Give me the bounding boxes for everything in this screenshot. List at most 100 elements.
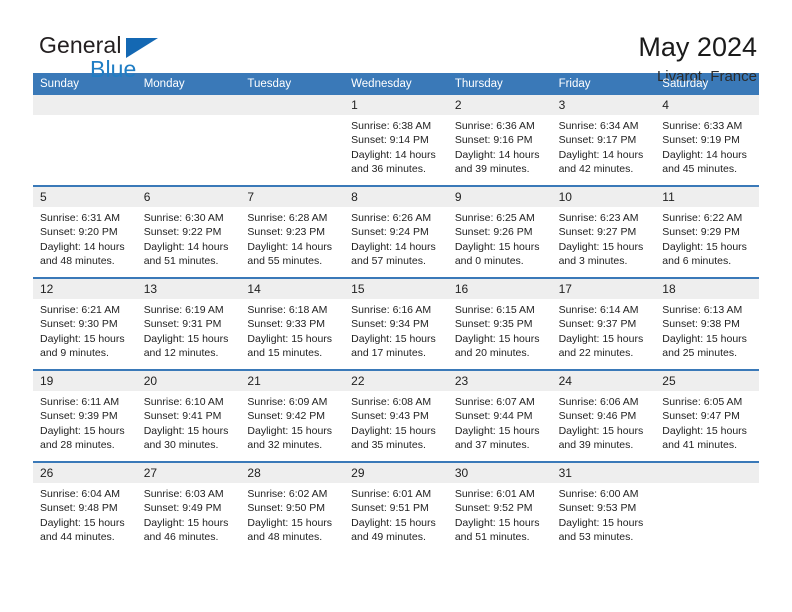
day-cell[interactable]: Sunrise: 6:06 AM Sunset: 9:46 PM Daylight:…	[552, 391, 656, 461]
day-number[interactable]: 16	[448, 279, 552, 299]
weekday-header-tuesday: Tuesday	[247, 78, 292, 90]
day-cell[interactable]: Sunrise: 6:22 AM Sunset: 9:29 PM Daylight:…	[655, 207, 759, 277]
day-number[interactable]: 5	[33, 187, 137, 207]
sunrise-line: Sunrise: 6:00 AM	[558, 488, 639, 500]
day-cell[interactable]: Sunrise: 6:04 AM Sunset: 9:48 PM Daylight:…	[33, 483, 137, 553]
sunrise-line: Sunrise: 6:19 AM	[143, 304, 224, 316]
day-cell[interactable]: Sunrise: 6:36 AM Sunset: 9:16 PM Daylight:…	[448, 115, 552, 185]
day-cell[interactable]: Sunrise: 6:02 AM Sunset: 9:50 PM Daylight:…	[240, 483, 344, 553]
day-number[interactable]: 8	[344, 187, 448, 207]
day-number[interactable]: 17	[552, 279, 656, 299]
day-cell[interactable]: Sunrise: 6:10 AM Sunset: 9:41 PM Daylight:…	[137, 391, 241, 461]
sunrise-line: Sunrise: 6:04 AM	[40, 488, 120, 500]
calendar-week-row: 12 13 14 15 16 17 18 Sunrise: 6:21 AM Sunset: 9:…	[33, 277, 759, 369]
day-number[interactable]: 13	[137, 279, 241, 299]
daylight-line-cont: and 41 minutes.	[662, 439, 737, 452]
daylight-line-cont: and 39 minutes.	[558, 439, 634, 452]
sunrise-line: Sunrise: 6:33 AM	[662, 120, 743, 132]
day-cell-empty	[240, 115, 344, 185]
day-cell[interactable]: Sunrise: 6:07 AM Sunset: 9:44 PM Daylight:…	[448, 391, 552, 461]
daylight-line: Daylight: 15 hours	[662, 424, 747, 437]
day-cell[interactable]: Sunrise: 6:34 AM Sunset: 9:17 PM Daylight:…	[552, 115, 656, 185]
day-cell[interactable]: Sunrise: 6:14 AM Sunset: 9:37 PM Daylight:…	[552, 299, 656, 369]
day-cell[interactable]: Sunrise: 6:16 AM Sunset: 9:34 PM Daylight:…	[344, 299, 448, 369]
day-cell[interactable]: Sunrise: 6:13 AM Sunset: 9:38 PM Daylight:…	[655, 299, 759, 369]
day-cell[interactable]: Sunrise: 6:21 AM Sunset: 9:30 PM Daylight:…	[33, 299, 137, 369]
daylight-line-cont: and 35 minutes.	[351, 439, 426, 452]
sunrise-line: Sunrise: 6:18 AM	[247, 304, 328, 316]
day-cell[interactable]: Sunrise: 6:05 AM Sunset: 9:47 PM Daylight:…	[655, 391, 759, 461]
day-number[interactable]: 11	[655, 187, 759, 207]
daylight-line: Daylight: 15 hours	[454, 332, 540, 345]
day-number[interactable]: 26	[33, 463, 137, 483]
day-cell[interactable]: Sunrise: 6:26 AM Sunset: 9:24 PM Daylight:…	[344, 207, 448, 277]
day-cell[interactable]: Sunrise: 6:01 AM Sunset: 9:51 PM Daylight:…	[344, 483, 448, 553]
day-number[interactable]: 4	[655, 95, 759, 115]
sunrise-line: Sunrise: 6:31 AM	[40, 212, 120, 224]
calendar-week-row: 26 27 28 29 30 31 Sunrise: 6:04 AM Sunset: 9:48…	[33, 461, 759, 553]
day-number[interactable]: 3	[552, 95, 656, 115]
day-number[interactable]: 9	[448, 187, 552, 207]
daylight-line: Daylight: 15 hours	[143, 332, 229, 345]
day-number[interactable]: 25	[655, 371, 759, 391]
day-cell[interactable]: Sunrise: 6:03 AM Sunset: 9:49 PM Daylight:…	[137, 483, 241, 553]
sunset-line: Sunset: 9:23 PM	[247, 226, 326, 239]
daylight-line: Daylight: 15 hours	[558, 240, 644, 253]
sunset-line: Sunset: 9:26 PM	[454, 226, 533, 239]
daylight-line: Daylight: 15 hours	[558, 332, 644, 345]
day-number[interactable]: 29	[344, 463, 448, 483]
day-cell[interactable]: Sunrise: 6:30 AM Sunset: 9:22 PM Daylight:…	[137, 207, 241, 277]
day-number[interactable]: 23	[448, 371, 552, 391]
day-number[interactable]: 24	[552, 371, 656, 391]
day-cell[interactable]: Sunrise: 6:28 AM Sunset: 9:23 PM Daylight:…	[240, 207, 344, 277]
weekday-header-friday: Friday	[558, 78, 591, 90]
day-number[interactable]: 31	[552, 463, 656, 483]
day-number[interactable]: 1	[344, 95, 448, 115]
daylight-line-cont: and 9 minutes.	[40, 347, 109, 360]
daylight-line: Daylight: 15 hours	[143, 516, 229, 529]
day-number[interactable]: 22	[344, 371, 448, 391]
daylight-line-cont: and 55 minutes.	[247, 255, 323, 268]
day-cell[interactable]: Sunrise: 6:18 AM Sunset: 9:33 PM Daylight:…	[240, 299, 344, 369]
daylight-line: Daylight: 15 hours	[454, 240, 540, 253]
day-number[interactable]: 28	[240, 463, 344, 483]
day-number[interactable]: 19	[33, 371, 137, 391]
sunset-line: Sunset: 9:14 PM	[351, 134, 429, 147]
day-cell[interactable]: Sunrise: 6:15 AM Sunset: 9:35 PM Daylight:…	[448, 299, 552, 369]
day-number[interactable]: 7	[240, 187, 344, 207]
day-cell[interactable]: Sunrise: 6:33 AM Sunset: 9:19 PM Daylight:…	[655, 115, 759, 185]
day-number[interactable]: 27	[137, 463, 241, 483]
week-detail-band: Sunrise: 6:04 AM Sunset: 9:48 PM Daylight:…	[33, 483, 759, 553]
day-number[interactable]: 15	[344, 279, 448, 299]
day-cell[interactable]: Sunrise: 6:38 AM Sunset: 9:14 PM Daylight:…	[344, 115, 448, 185]
day-cell[interactable]: Sunrise: 6:01 AM Sunset: 9:52 PM Daylight:…	[448, 483, 552, 553]
day-number[interactable]: 12	[33, 279, 137, 299]
daylight-line-cont: and 0 minutes.	[454, 255, 524, 268]
sunrise-line: Sunrise: 6:06 AM	[558, 396, 639, 408]
day-cell[interactable]: Sunrise: 6:09 AM Sunset: 9:42 PM Daylight:…	[240, 391, 344, 461]
daylight-line: Daylight: 15 hours	[143, 424, 229, 437]
daylight-line-cont: and 42 minutes.	[558, 163, 634, 176]
day-cell[interactable]: Sunrise: 6:31 AM Sunset: 9:20 PM Daylight:…	[33, 207, 137, 277]
daylight-line: Daylight: 15 hours	[558, 516, 644, 529]
day-number[interactable]: 6	[137, 187, 241, 207]
day-cell[interactable]: Sunrise: 6:25 AM Sunset: 9:26 PM Daylight:…	[448, 207, 552, 277]
day-number[interactable]: 14	[240, 279, 344, 299]
sunrise-line: Sunrise: 6:07 AM	[454, 396, 535, 408]
day-cell[interactable]: Sunrise: 6:08 AM Sunset: 9:43 PM Daylight:…	[344, 391, 448, 461]
day-number[interactable]: 2	[448, 95, 552, 115]
sunset-line: Sunset: 9:51 PM	[351, 502, 429, 515]
day-cell[interactable]: Sunrise: 6:19 AM Sunset: 9:31 PM Daylight:…	[137, 299, 241, 369]
daylight-line: Daylight: 15 hours	[40, 332, 125, 345]
day-number[interactable]: 10	[552, 187, 656, 207]
day-cell[interactable]: Sunrise: 6:23 AM Sunset: 9:27 PM Daylight:…	[552, 207, 656, 277]
day-cell[interactable]: Sunrise: 6:00 AM Sunset: 9:53 PM Daylight:…	[552, 483, 656, 553]
day-number[interactable]: 30	[448, 463, 552, 483]
day-number[interactable]: 20	[137, 371, 241, 391]
day-number[interactable]: 18	[655, 279, 759, 299]
brand-logo[interactable]: General Blue	[33, 30, 243, 86]
daylight-line-cont: and 36 minutes.	[351, 163, 426, 176]
day-number[interactable]: 21	[240, 371, 344, 391]
day-cell[interactable]: Sunrise: 6:11 AM Sunset: 9:39 PM Daylight:…	[33, 391, 137, 461]
sunset-line: Sunset: 9:19 PM	[662, 134, 740, 147]
